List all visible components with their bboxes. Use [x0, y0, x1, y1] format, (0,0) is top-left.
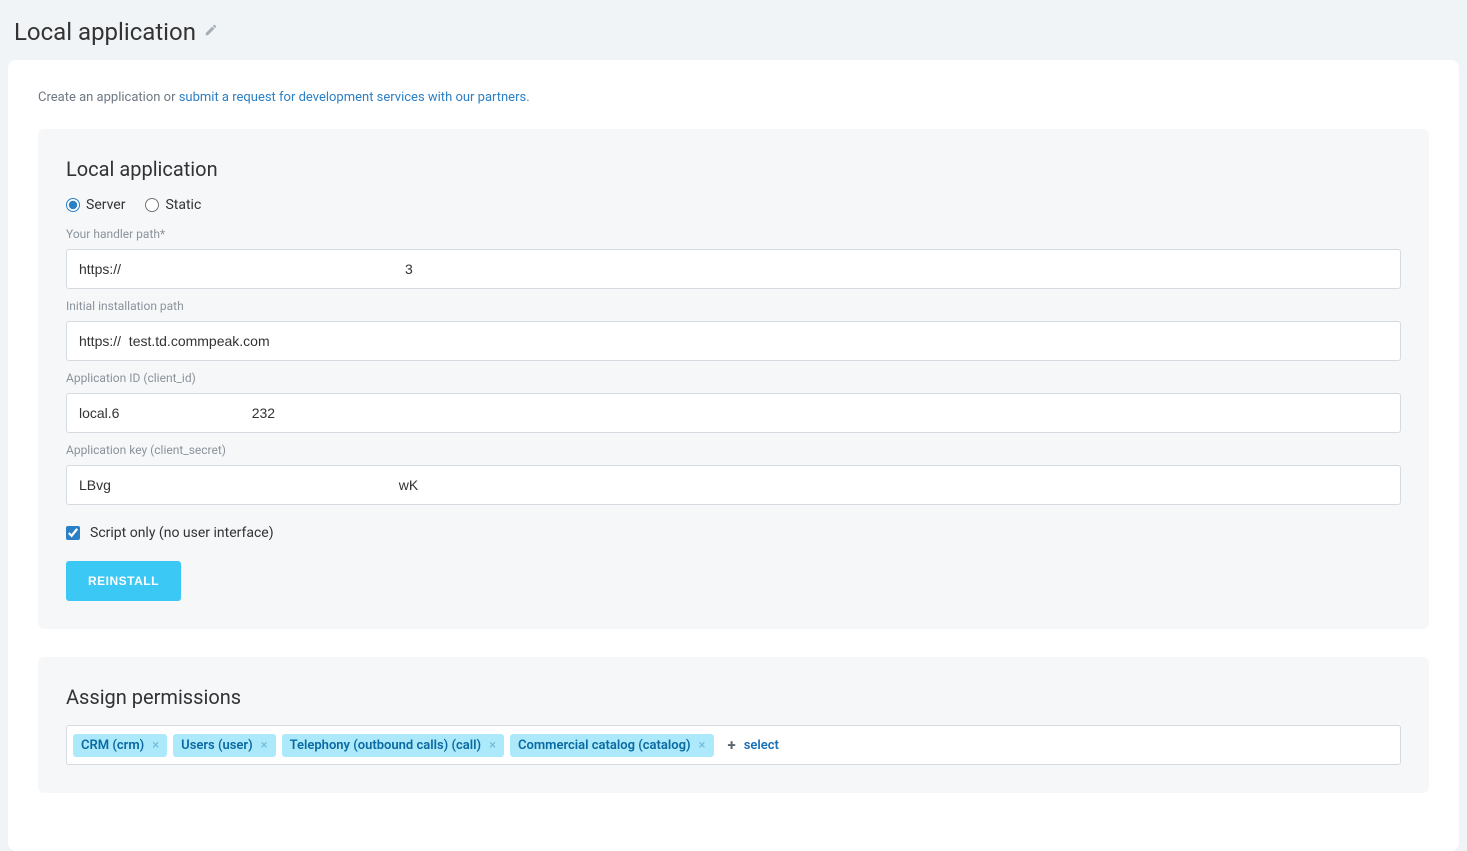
plus-icon: + [728, 736, 736, 754]
close-icon[interactable]: × [261, 739, 268, 752]
radio-static[interactable]: Static [145, 197, 201, 213]
page-header: Local application [0, 0, 1467, 60]
intro-link[interactable]: submit a request for development service… [179, 90, 527, 105]
install-path-input[interactable] [66, 321, 1401, 361]
script-only-checkbox[interactable] [66, 526, 80, 540]
intro-suffix: . [526, 90, 529, 105]
permission-tag-label: Users (user) [181, 738, 253, 753]
intro-text: Create an application or submit a reques… [38, 90, 1429, 105]
permission-tag: Users (user) × [173, 734, 275, 757]
add-permission-label: select [744, 738, 779, 753]
close-icon[interactable]: × [489, 739, 496, 752]
intro-prefix: Create an application or [38, 90, 179, 105]
close-icon[interactable]: × [152, 739, 159, 752]
handler-path-input[interactable] [66, 249, 1401, 289]
permission-tag: Telephony (outbound calls) (call) × [282, 734, 504, 757]
radio-server[interactable]: Server [66, 197, 125, 213]
permissions-container[interactable]: CRM (crm) × Users (user) × Telephony (ou… [66, 725, 1401, 765]
app-type-radio-group: Server Static [66, 197, 1401, 213]
close-icon[interactable]: × [699, 739, 706, 752]
section-title-permissions: Assign permissions [66, 685, 1401, 709]
client-secret-label: Application key (client_secret) [66, 443, 1401, 457]
permission-tag-label: CRM (crm) [81, 738, 144, 753]
script-only-label: Script only (no user interface) [90, 525, 274, 541]
handler-path-label: Your handler path* [66, 227, 1401, 241]
install-path-label: Initial installation path [66, 299, 1401, 313]
script-only-row: Script only (no user interface) [66, 525, 1401, 541]
section-title-local-app: Local application [66, 157, 1401, 181]
permission-tag-label: Telephony (outbound calls) (call) [290, 738, 481, 753]
radio-server-input[interactable] [66, 198, 80, 212]
local-application-section: Local application Server Static Your han… [38, 129, 1429, 629]
radio-static-input[interactable] [145, 198, 159, 212]
permission-tag: Commercial catalog (catalog) × [510, 734, 713, 757]
client-secret-input[interactable] [66, 465, 1401, 505]
client-id-input[interactable] [66, 393, 1401, 433]
permission-tag-label: Commercial catalog (catalog) [518, 738, 691, 753]
radio-static-label: Static [165, 197, 201, 213]
page-title: Local application [14, 18, 196, 46]
add-permission-button[interactable]: + select [720, 732, 787, 758]
permission-tag: CRM (crm) × [73, 734, 167, 757]
edit-title-icon[interactable] [204, 23, 218, 41]
assign-permissions-section: Assign permissions CRM (crm) × Users (us… [38, 657, 1429, 793]
reinstall-button[interactable]: Reinstall [66, 561, 181, 601]
main-card: Create an application or submit a reques… [8, 60, 1459, 851]
radio-server-label: Server [86, 197, 125, 213]
client-id-label: Application ID (client_id) [66, 371, 1401, 385]
